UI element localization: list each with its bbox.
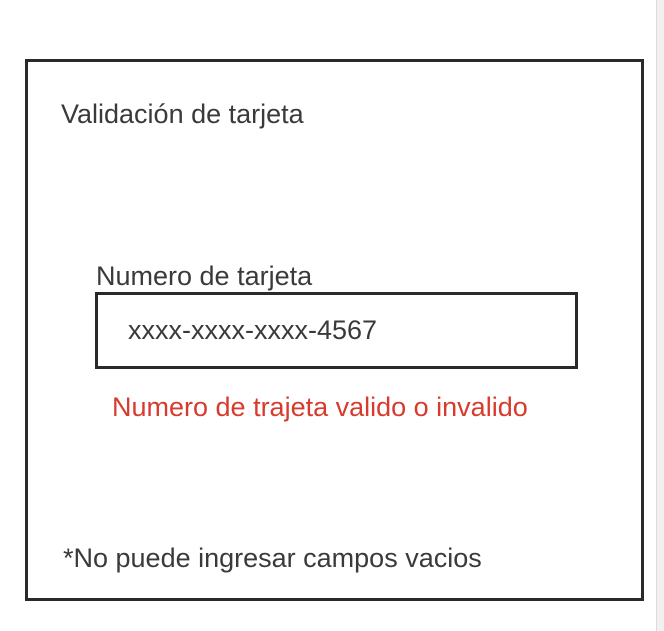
page-title: Validación de tarjeta (61, 99, 304, 129)
validation-message: Numero de trajeta valido o invalido (112, 392, 528, 422)
empty-fields-footnote: *No puede ingresar campos vacios (63, 543, 482, 573)
card-validation-panel: Validación de tarjeta Numero de tarjeta … (25, 59, 644, 601)
card-number-label: Numero de tarjeta (96, 261, 313, 291)
window-edge (656, 0, 664, 631)
card-number-input[interactable] (95, 292, 578, 369)
